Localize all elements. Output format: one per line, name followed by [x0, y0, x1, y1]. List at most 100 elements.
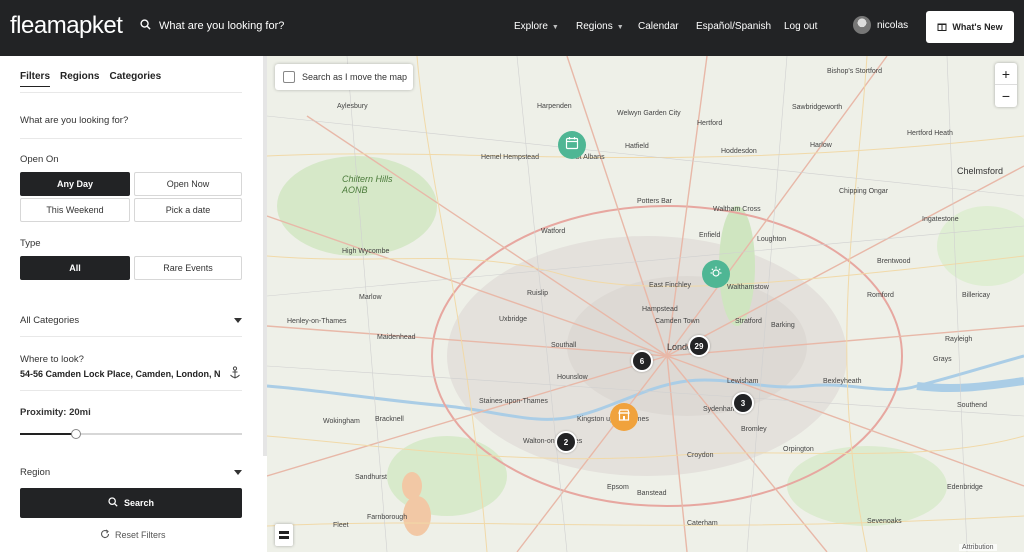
map-label: Aylesbury [337, 103, 368, 110]
app-logo[interactable]: fleamapket [10, 12, 123, 40]
market-cluster[interactable]: 2 [555, 431, 577, 453]
categories-dropdown[interactable]: All Categories [20, 315, 242, 326]
map-label: Enfield [699, 232, 721, 239]
zoom-control: + − [995, 63, 1017, 107]
zoom-in-button[interactable]: + [995, 63, 1017, 85]
divider [20, 390, 242, 391]
map-label: Hertford [697, 120, 723, 127]
map-label: Wokingham [323, 418, 360, 425]
map-label: Hounslow [557, 374, 588, 381]
whats-new-button[interactable]: What's New [926, 11, 1014, 43]
map-label: Henley-on-Thames [287, 318, 347, 325]
map-label: Potters Bar [637, 198, 673, 205]
market-marker-shop[interactable] [610, 403, 638, 431]
map-label: Staines-upon-Thames [479, 398, 548, 405]
map-attribution[interactable]: Attribution [959, 544, 997, 551]
market-marker-sun[interactable] [702, 260, 730, 288]
map-label: Chipping Ongar [839, 188, 889, 195]
map-label: Brentwood [877, 258, 911, 265]
map-label: Hampstead [642, 306, 678, 313]
tab-regions[interactable]: Regions [60, 71, 99, 87]
map-label: Romford [867, 292, 894, 299]
map-label: Southend [957, 402, 987, 409]
map-label: Camden Town [655, 318, 700, 325]
zoom-out-button[interactable]: − [995, 85, 1017, 107]
sun-icon [709, 265, 723, 284]
map-label: Hemel Hempstead [481, 154, 539, 161]
map-label: Stratford [735, 318, 762, 325]
map-label: Grays [933, 356, 952, 363]
sidebar-tabs: Filters Regions Categories [20, 71, 161, 87]
divider [20, 92, 242, 93]
map-label: Welwyn Garden City [617, 110, 681, 117]
user-name: nicolas [877, 19, 909, 31]
gift-icon [937, 21, 947, 33]
map-label: Ingatestone [922, 216, 959, 223]
market-cluster[interactable]: 29 [688, 335, 710, 357]
query-input[interactable]: What are you looking for? [20, 115, 128, 126]
type-all-button[interactable]: All [20, 256, 130, 280]
where-label: Where to look? [20, 354, 84, 365]
map-label: Croydon [687, 452, 714, 459]
search-as-move-checkbox[interactable] [283, 71, 295, 83]
open-on-any-day-button[interactable]: Any Day [20, 172, 130, 196]
nav-explore-label: Explore [514, 21, 548, 32]
market-marker-calendar[interactable] [558, 131, 586, 159]
nav-logout[interactable]: Log out [784, 21, 817, 32]
tab-categories[interactable]: Categories [109, 71, 161, 87]
map-label: Loughton [757, 236, 787, 243]
map-label: Bexleyheath [823, 378, 862, 385]
calendar-icon [565, 136, 579, 155]
open-on-weekend-button[interactable]: This Weekend [20, 198, 130, 222]
location-input[interactable]: 54-56 Camden Lock Place, Camden, London,… [20, 369, 220, 379]
header-search-input[interactable] [159, 20, 299, 32]
map-view[interactable]: Aylesbury Harpenden Welwyn Garden City H… [267, 56, 1024, 552]
map-label: Uxbridge [499, 316, 528, 323]
nav-explore[interactable]: Explore ▼ [514, 21, 559, 32]
type-rare-events-button[interactable]: Rare Events [134, 256, 242, 280]
search-button[interactable]: Search [20, 488, 242, 518]
user-menu[interactable]: nicolas [853, 16, 908, 34]
region-dropdown-label: Region [20, 467, 51, 478]
map-label: Sawbridgeworth [792, 104, 843, 111]
search-as-move-toggle[interactable]: Search as I move the map [275, 64, 413, 90]
nav-language[interactable]: Español/Spanish [696, 21, 771, 32]
chevron-down-icon [234, 318, 242, 323]
region-dropdown[interactable]: Region [20, 467, 242, 478]
map-label: Bishop's Stortford [827, 68, 883, 75]
nav-calendar[interactable]: Calendar [638, 21, 679, 32]
map-label: Hoddesdon [721, 148, 757, 155]
search-icon [140, 19, 151, 33]
map-label: Harpenden [537, 103, 572, 110]
map-label: Billericay [962, 292, 991, 299]
map-label: High Wycombe [342, 248, 390, 255]
reset-filters-button[interactable]: Reset Filters [100, 529, 166, 541]
map-label: Southall [551, 342, 577, 349]
open-on-now-button[interactable]: Open Now [134, 172, 242, 196]
divider [20, 336, 242, 337]
map-label: Waltham Cross [713, 206, 761, 213]
market-cluster[interactable]: 6 [631, 350, 653, 372]
chevron-down-icon: ▼ [551, 24, 559, 31]
open-on-pick-date-button[interactable]: Pick a date [134, 198, 242, 222]
proximity-slider-handle[interactable] [70, 429, 81, 439]
map-label: Chelmsford [957, 166, 1004, 176]
map-label: Chiltern Hills AONB [342, 174, 393, 195]
header-search[interactable] [140, 19, 299, 33]
whats-new-label: What's New [952, 22, 1003, 32]
avatar [853, 16, 871, 34]
map-label: East Finchley [649, 282, 692, 289]
map-label: Marlow [359, 294, 382, 301]
search-button-label: Search [123, 498, 155, 508]
map-label: Lewisham [727, 378, 759, 385]
layers-icon[interactable] [275, 524, 293, 546]
map-label: Orpington [783, 446, 814, 453]
anchor-icon[interactable] [229, 366, 241, 385]
market-cluster[interactable]: 3 [732, 392, 754, 414]
proximity-slider-fill [20, 433, 76, 435]
map-label: Sandhurst [355, 474, 387, 481]
map-label: Walthamstow [727, 284, 769, 291]
tab-filters[interactable]: Filters [20, 71, 51, 87]
map-label: Rayleigh [945, 336, 973, 343]
nav-regions[interactable]: Regions ▼ [576, 21, 624, 32]
